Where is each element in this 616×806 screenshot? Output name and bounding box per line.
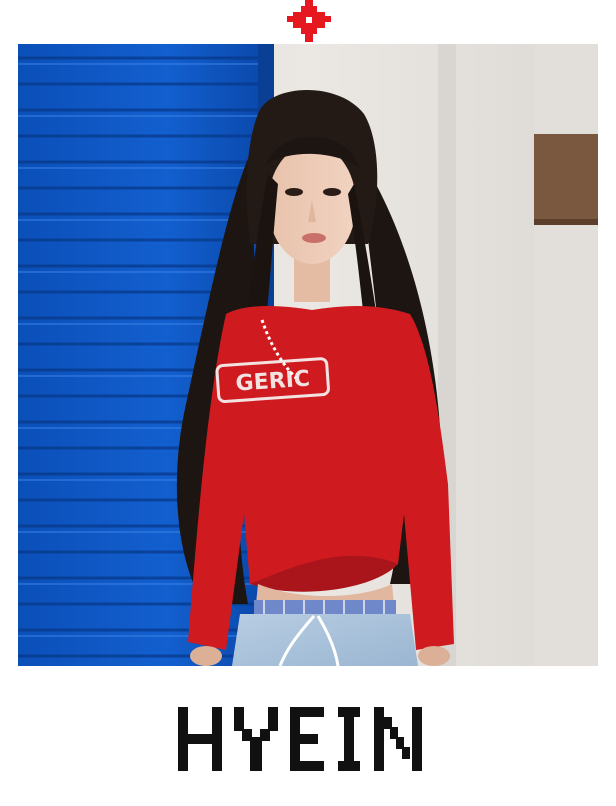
red-pixel-cross-icon [287,0,331,42]
polaroid-card: GERIC [0,0,616,806]
portrait-photo: GERIC [18,44,598,666]
name-label [0,694,616,784]
shirt-text: GERIC [235,367,311,397]
pixel-name-text [178,707,422,771]
